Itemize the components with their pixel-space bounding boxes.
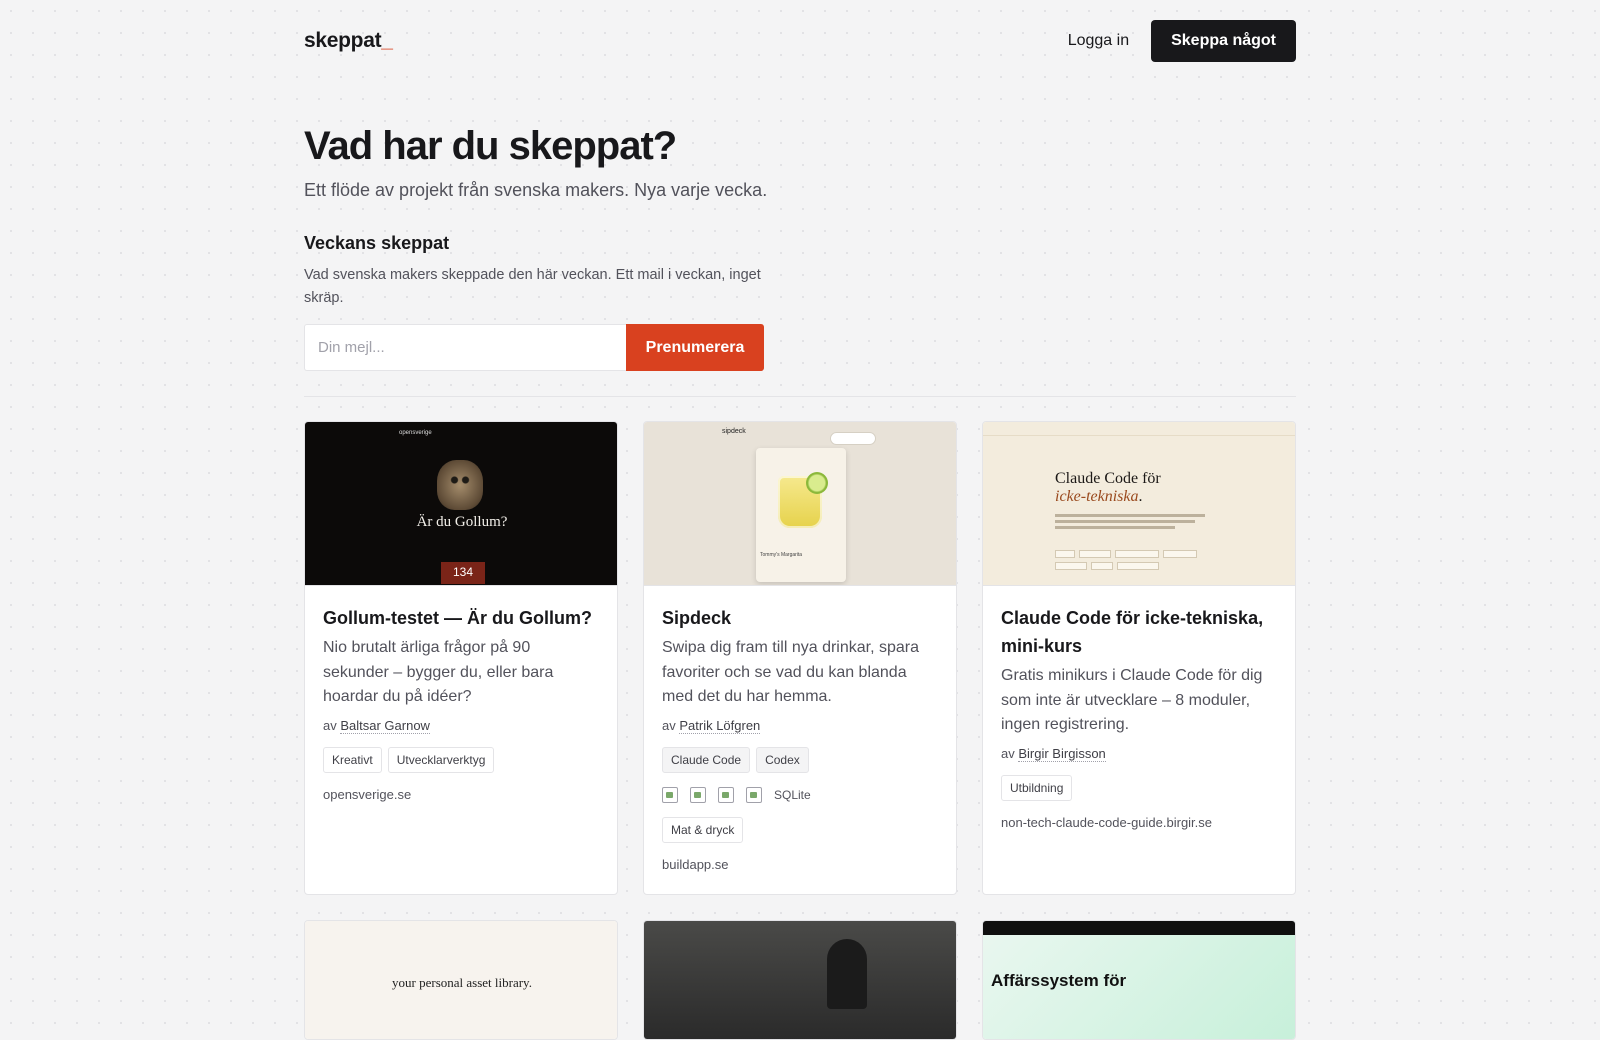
tool-tag: Claude Code xyxy=(662,746,751,773)
logo[interactable]: skeppat_ xyxy=(304,29,393,53)
project-link[interactable]: non-tech-claude-code-guide.birgir.se xyxy=(1001,815,1277,830)
ship-something-button[interactable]: Skeppa något xyxy=(1151,20,1296,62)
project-description: Gratis minikurs i Claude Code för dig so… xyxy=(1001,667,1263,733)
project-author: av Patrik Löfgren xyxy=(662,717,938,734)
thumb-pill xyxy=(830,432,876,445)
thumb-counter: 134 xyxy=(441,562,485,584)
email-input[interactable]: Din mejl... xyxy=(304,324,626,371)
project-thumbnail: your personal asset library. xyxy=(305,921,617,1039)
thumb-text-line xyxy=(1055,514,1205,517)
drink-name: Tommy's Margarita xyxy=(760,552,803,558)
thumb-chip xyxy=(1117,562,1159,570)
author-link[interactable]: Baltsar Garnow xyxy=(340,717,430,734)
author-prefix: av xyxy=(1001,745,1015,761)
section-divider xyxy=(304,396,1296,397)
tag[interactable]: Mat & dryck xyxy=(662,816,744,843)
page-subtitle: Ett flöde av projekt från svenska makers… xyxy=(304,180,768,200)
thumb-text-line xyxy=(1055,526,1175,529)
logo-cursor: _ xyxy=(381,29,393,52)
tech-stack: SQLite xyxy=(662,786,938,803)
project-card[interactable]: sipdeck Tommy's Margarita Sipdeck Swipa … xyxy=(643,421,957,895)
thumb-text-line xyxy=(1055,520,1195,523)
page-container: skeppat_ Logga in Skeppa något Vad har d… xyxy=(304,0,1296,1040)
thumb-nav-bar xyxy=(983,422,1295,436)
newsletter-form: Din mejl... Prenumerera xyxy=(304,324,1296,371)
broken-image-icon xyxy=(746,786,762,803)
project-thumbnail: opensverige Är du Gollum? 134 xyxy=(305,422,617,586)
thumb-chip xyxy=(1055,562,1087,570)
project-title[interactable]: Gollum-testet — Är du Gollum? xyxy=(323,604,599,632)
thumb-chip xyxy=(1163,550,1197,558)
project-description: Nio brutalt ärliga frågor på 90 sekunder… xyxy=(323,639,554,705)
author-prefix: av xyxy=(323,717,337,733)
thumb-chip xyxy=(1079,550,1111,558)
broken-image-icon xyxy=(662,786,678,803)
project-card[interactable]: Affärssystem för xyxy=(982,920,1296,1040)
project-title[interactable]: Claude Code för icke-tekniska, mini-kurs xyxy=(1001,604,1277,660)
thumb-text: your personal asset library. xyxy=(392,975,532,990)
project-card[interactable]: Claude Code för icke-tekniska. Claude Co… xyxy=(982,421,1296,895)
stack-label: SQLite xyxy=(774,787,811,802)
author-link[interactable]: Birgir Birgisson xyxy=(1018,745,1106,762)
thumb-chip xyxy=(1115,550,1159,558)
author-link[interactable]: Patrik Löfgren xyxy=(679,717,761,734)
project-card[interactable]: your personal asset library. xyxy=(304,920,618,1040)
page-title: Vad har du skeppat? xyxy=(304,124,677,168)
thumb-question: Är du Gollum? xyxy=(416,514,508,530)
broken-image-icon xyxy=(718,786,734,803)
project-link[interactable]: opensverige.se xyxy=(323,787,599,802)
thumb-site-name: opensverige xyxy=(399,430,432,436)
person-silhouette-image xyxy=(827,939,867,1009)
site-header: skeppat_ Logga in Skeppa något xyxy=(304,0,1296,82)
project-thumbnail: Claude Code för icke-tekniska. xyxy=(983,422,1295,586)
lime-image xyxy=(806,472,828,494)
thumb-heading-line-2: icke-tekniska xyxy=(1055,488,1139,505)
thumb-nav-bar xyxy=(983,921,1295,935)
tag[interactable]: Utbildning xyxy=(1001,774,1073,801)
thumb-brand: sipdeck xyxy=(722,428,746,435)
project-author: av Birgir Birgisson xyxy=(1001,745,1277,762)
project-thumbnail: sipdeck Tommy's Margarita xyxy=(644,422,956,586)
tool-list: Claude Code Codex xyxy=(662,746,938,773)
tag[interactable]: Utvecklarverktyg xyxy=(387,746,495,773)
newsletter-description: Vad svenska makers skeppade den här veck… xyxy=(304,267,761,306)
logo-text: skeppat xyxy=(304,29,382,52)
project-link[interactable]: buildapp.se xyxy=(662,857,938,872)
project-description: Swipa dig fram till nya drinkar, spara f… xyxy=(662,639,919,705)
tag[interactable]: Kreativt xyxy=(323,746,382,773)
drink-card: Tommy's Margarita xyxy=(756,448,846,582)
thumb-chip xyxy=(1091,562,1113,570)
tag-list: Utbildning xyxy=(1001,774,1277,801)
subscribe-button[interactable]: Prenumerera xyxy=(626,324,764,371)
project-thumbnail xyxy=(644,921,956,1039)
thumb-chip xyxy=(1055,550,1075,558)
project-title[interactable]: Sipdeck xyxy=(662,604,938,632)
tag-list: Kreativt Utvecklarverktyg xyxy=(323,746,599,773)
gollum-face-image xyxy=(437,460,483,510)
project-author: av Baltsar Garnow xyxy=(323,717,599,734)
thumb-heading: Claude Code för icke-tekniska. xyxy=(1055,470,1161,506)
project-thumbnail: Affärssystem för xyxy=(983,921,1295,1039)
header-nav: Logga in Skeppa något xyxy=(1064,20,1296,62)
newsletter-section: Veckans skeppat Vad svenska makers skepp… xyxy=(304,233,1296,371)
tag-list: Mat & dryck xyxy=(662,816,938,843)
author-prefix: av xyxy=(662,717,676,733)
project-card[interactable]: opensverige Är du Gollum? 134 Gollum-tes… xyxy=(304,421,618,895)
tool-tag: Codex xyxy=(756,746,809,773)
login-link[interactable]: Logga in xyxy=(1064,26,1133,56)
project-grid: opensverige Är du Gollum? 134 Gollum-tes… xyxy=(304,421,1296,1040)
thumb-heading-line-1: Claude Code för xyxy=(1055,470,1161,487)
newsletter-title: Veckans skeppat xyxy=(304,233,450,253)
project-card[interactable] xyxy=(643,920,957,1040)
broken-image-icon xyxy=(690,786,706,803)
thumb-text: Affärssystem för xyxy=(991,971,1127,990)
thumb-heading-dot: . xyxy=(1138,488,1143,505)
